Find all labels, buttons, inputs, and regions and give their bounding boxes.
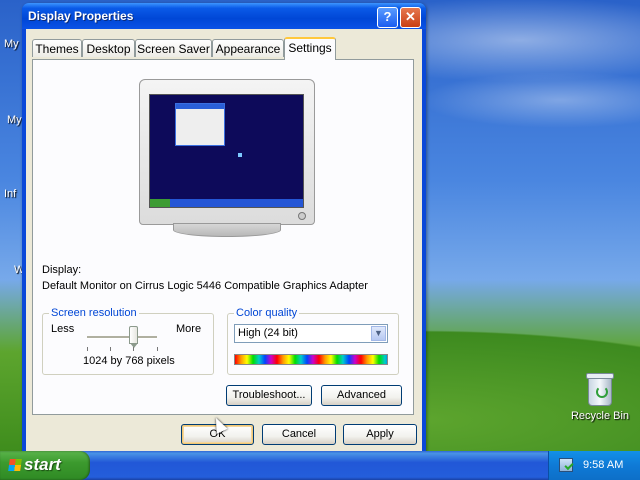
- desktop-icon-label[interactable]: Inf: [4, 188, 16, 200]
- advanced-button[interactable]: Advanced: [321, 385, 402, 406]
- recycle-bin[interactable]: Recycle Bin: [568, 373, 632, 422]
- chevron-down-icon[interactable]: ▼: [371, 326, 386, 341]
- less-label: Less: [51, 323, 75, 335]
- resolution-value: 1024 by 768 pixels: [83, 355, 175, 367]
- help-button[interactable]: ?: [377, 7, 398, 28]
- settings-panel: Display: Default Monitor on Cirrus Logic…: [32, 59, 414, 415]
- help-icon: ?: [383, 9, 392, 24]
- recycle-bin-icon: [586, 373, 614, 406]
- preview-icon: [238, 153, 242, 157]
- monitor-preview: [139, 79, 315, 225]
- monitor-screen: [149, 94, 304, 208]
- tab-desktop[interactable]: Desktop: [82, 39, 135, 57]
- tab-screen-saver[interactable]: Screen Saver: [135, 39, 212, 57]
- display-value: Default Monitor on Cirrus Logic 5446 Com…: [42, 280, 368, 292]
- more-label: More: [176, 323, 202, 335]
- windows-logo-icon: [8, 459, 22, 471]
- window-title: Display Properties: [28, 9, 134, 23]
- troubleshoot-button[interactable]: Troubleshoot...: [226, 385, 312, 406]
- taskbar: start 9:58 AM: [0, 451, 640, 480]
- title-bar[interactable]: Display Properties ? ✕: [22, 3, 426, 29]
- clock[interactable]: 9:58 AM: [583, 459, 623, 471]
- cancel-button[interactable]: Cancel: [262, 424, 336, 445]
- apply-button[interactable]: Apply: [343, 424, 417, 445]
- tab-themes[interactable]: Themes: [32, 39, 82, 57]
- desktop-icon-label[interactable]: My: [4, 38, 19, 50]
- recycle-bin-label: Recycle Bin: [570, 410, 630, 422]
- tab-settings[interactable]: Settings: [284, 37, 336, 60]
- preview-taskbar: [150, 199, 303, 207]
- slider-ticks: [87, 347, 159, 351]
- color-quality-title: Color quality: [234, 307, 300, 319]
- start-button[interactable]: start: [0, 451, 90, 480]
- preview-start: [150, 199, 170, 207]
- screen-resolution-group: Screen resolution Less More 1024 by 768 …: [42, 307, 214, 375]
- resolution-slider-track[interactable]: [87, 336, 157, 339]
- display-properties-window: Display Properties ? ✕ Themes Desktop Sc…: [22, 3, 426, 452]
- close-icon: ✕: [405, 9, 416, 24]
- display-label: Display:: [42, 264, 82, 276]
- security-center-icon[interactable]: [559, 458, 573, 472]
- monitor-stand: [173, 223, 281, 237]
- color-spectrum: [234, 354, 388, 365]
- power-icon: [298, 212, 306, 220]
- color-quality-select[interactable]: High (24 bit) ▼: [234, 324, 388, 343]
- resolution-slider-thumb[interactable]: [129, 326, 138, 348]
- system-tray: 9:58 AM: [548, 451, 640, 480]
- dialog-client: Themes Desktop Screen Saver Appearance S…: [26, 29, 422, 452]
- preview-window: [175, 103, 225, 146]
- color-quality-group: Color quality High (24 bit) ▼: [227, 307, 399, 375]
- desktop-icon-label[interactable]: My: [7, 114, 22, 126]
- screen-resolution-title: Screen resolution: [49, 307, 139, 319]
- color-quality-value: High (24 bit): [238, 327, 298, 339]
- start-label: start: [24, 455, 61, 474]
- tab-appearance[interactable]: Appearance: [212, 39, 284, 57]
- close-button[interactable]: ✕: [400, 7, 421, 28]
